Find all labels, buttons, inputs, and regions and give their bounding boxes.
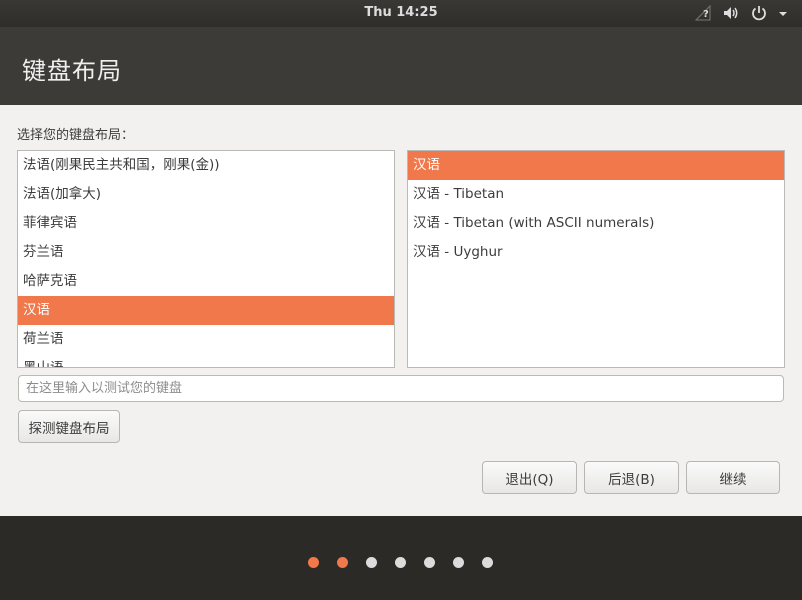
progress-dot [395,557,406,568]
installer-header: 键盘布局 [0,27,802,105]
main-content: 选择您的键盘布局： 法语(刚果民主共和国，刚果(金)) 法语(加拿大) 菲律宾语 芬兰… [0,105,802,516]
layout-list[interactable]: 法语(刚果民主共和国，刚果(金)) 法语(加拿大) 菲律宾语 芬兰语 哈萨克语 汉语 荷兰语… [17,150,395,368]
top-panel: Thu 14:25 ? [0,0,802,27]
progress-dot [308,557,319,568]
back-button[interactable]: 后退(B) [584,461,679,494]
variant-list-item[interactable]: 汉语 - Tibetan [408,180,784,209]
layout-list-item[interactable]: 汉语 [18,296,394,325]
variant-list-item[interactable]: 汉语 - Tibetan (with ASCII numerals) [408,209,784,238]
chevron-down-icon[interactable] [778,4,788,22]
detect-layout-button[interactable]: 探测键盘布局 [18,410,120,443]
progress-dot [424,557,435,568]
page-title: 键盘布局 [22,57,122,85]
variant-list-item[interactable]: 汉语 - Uyghur [408,238,784,267]
layout-list-item[interactable]: 哈萨克语 [18,267,394,296]
layout-list-item[interactable]: 法语(刚果民主共和国，刚果(金)) [18,151,394,180]
layout-list-item[interactable]: 菲律宾语 [18,209,394,238]
progress-dot [366,557,377,568]
network-question-icon[interactable]: ? [694,4,712,22]
layout-list-item[interactable]: 黑山语 [18,354,394,367]
continue-button[interactable]: 继续 [686,461,780,494]
progress-dot [453,557,464,568]
progress-dot [482,557,493,568]
volume-icon[interactable] [722,4,740,22]
variant-list[interactable]: 汉语 汉语 - Tibetan 汉语 - Tibetan (with ASCII n… [407,150,785,368]
layout-list-item[interactable]: 芬兰语 [18,238,394,267]
keyboard-test-input[interactable] [18,375,784,402]
layout-list-item[interactable]: 荷兰语 [18,325,394,354]
layout-list-item[interactable]: 法语(加拿大) [18,180,394,209]
quit-button[interactable]: 退出(Q) [482,461,577,494]
variant-list-item[interactable]: 汉语 [408,151,784,180]
progress-dot [337,557,348,568]
layout-prompt-label: 选择您的键盘布局： [17,128,135,143]
power-icon[interactable] [750,4,768,22]
progress-dots [0,557,802,569]
system-tray[interactable]: ? [694,4,788,22]
clock[interactable]: Thu 14:25 [0,5,802,20]
svg-text:?: ? [703,9,709,20]
